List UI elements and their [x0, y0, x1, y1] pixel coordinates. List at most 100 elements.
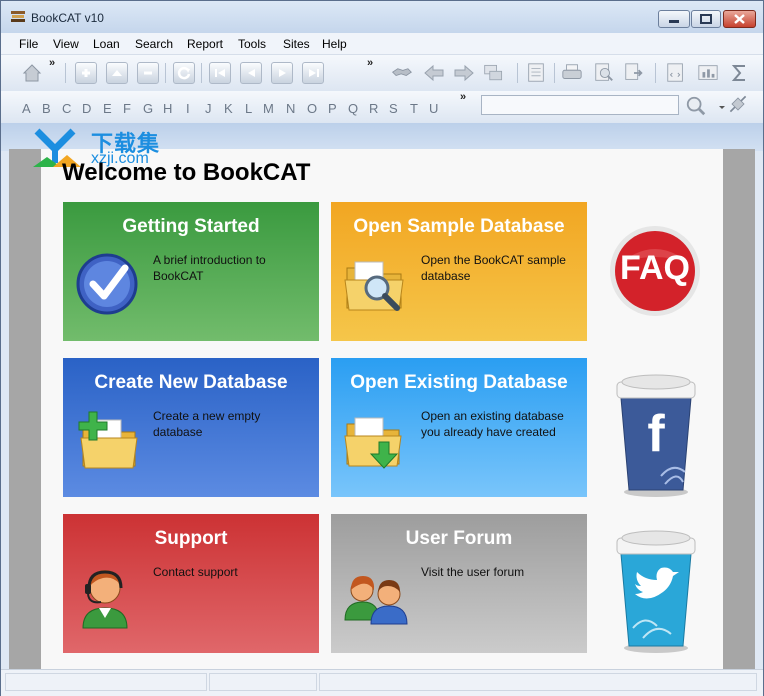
letter-b[interactable]: B — [42, 101, 51, 116]
toolbar-overflow-1[interactable]: » — [49, 57, 55, 69]
remove-button[interactable] — [137, 62, 159, 84]
search-input[interactable] — [481, 95, 679, 115]
user-forum-tile[interactable]: User Forum Visit the user forum — [331, 514, 587, 653]
letter-f[interactable]: F — [123, 101, 131, 116]
letter-q[interactable]: Q — [348, 101, 358, 116]
last-record-button[interactable] — [302, 62, 324, 84]
facebook-letter: f — [647, 405, 665, 463]
letter-d[interactable]: D — [82, 101, 91, 116]
window-title: BookCAT v10 — [31, 11, 104, 25]
connect-icon[interactable] — [727, 93, 749, 115]
support-tile[interactable]: Support Contact support — [63, 514, 319, 653]
letter-o[interactable]: O — [307, 101, 317, 116]
chart-icon[interactable] — [697, 62, 719, 84]
menu-view[interactable]: View — [53, 37, 79, 51]
faq-label: FAQ — [620, 249, 690, 287]
status-cell-3 — [319, 673, 757, 691]
html-icon[interactable] — [665, 62, 687, 84]
alphabet-overflow[interactable]: » — [460, 91, 466, 103]
next-record-button[interactable] — [271, 62, 293, 84]
create-new-database-tile[interactable]: Create New Database Create a new empty d… — [63, 358, 319, 497]
menu-file[interactable]: File — [19, 37, 38, 51]
first-record-button[interactable] — [209, 62, 231, 84]
search-icon[interactable] — [685, 95, 707, 117]
export-icon[interactable] — [623, 62, 645, 84]
back-icon[interactable] — [423, 62, 445, 84]
menu-sites[interactable]: Sites — [283, 37, 310, 51]
toolbar-overflow-2[interactable]: » — [367, 57, 373, 69]
letter-m[interactable]: M — [263, 101, 274, 116]
twitter-button[interactable] — [613, 528, 699, 654]
letter-g[interactable]: G — [143, 101, 153, 116]
tile-title: Open Sample Database — [353, 216, 565, 237]
folder-open-icon — [344, 417, 402, 469]
home-icon[interactable] — [21, 62, 43, 84]
minimize-button[interactable] — [658, 10, 690, 28]
letter-h[interactable]: H — [163, 101, 172, 116]
letter-u[interactable]: U — [429, 101, 438, 116]
menu-report[interactable]: Report — [187, 37, 223, 51]
separator — [554, 63, 555, 83]
maximize-button[interactable] — [691, 10, 721, 28]
faq-button[interactable]: FAQ — [609, 225, 701, 317]
add-button[interactable] — [75, 62, 97, 84]
title-bar[interactable]: BookCAT v10 — [1, 1, 763, 33]
tile-title: Getting Started — [122, 216, 260, 237]
menu-tools[interactable]: Tools — [238, 37, 266, 51]
menu-search[interactable]: Search — [135, 37, 173, 51]
menu-loan[interactable]: Loan — [93, 37, 120, 51]
tile-title: Open Existing Database — [350, 372, 568, 393]
tile-title: Create New Database — [94, 372, 288, 393]
preview-icon[interactable] — [593, 62, 615, 84]
tile-description: Visit the user forum — [421, 565, 525, 579]
facebook-button[interactable]: f — [613, 372, 699, 498]
previous-record-button[interactable] — [240, 62, 262, 84]
tile-title: User Forum — [405, 528, 513, 549]
separator — [201, 63, 202, 83]
letter-i[interactable]: I — [186, 101, 190, 116]
windows-icon[interactable] — [483, 62, 505, 84]
status-cell-1 — [5, 673, 207, 691]
status-bar — [1, 669, 763, 696]
forward-icon[interactable] — [453, 62, 475, 84]
prev-icon — [248, 69, 255, 77]
add-icon — [82, 69, 90, 77]
tile-description: Open the BookCAT sample database — [421, 253, 566, 283]
menu-help[interactable]: Help — [322, 37, 347, 51]
sum-icon[interactable] — [729, 62, 751, 84]
print-icon[interactable] — [561, 62, 583, 84]
letter-s[interactable]: S — [389, 101, 398, 116]
next-icon — [279, 69, 286, 77]
letter-j[interactable]: J — [205, 101, 212, 116]
separator — [655, 63, 656, 83]
letter-t[interactable]: T — [410, 101, 418, 116]
separator — [165, 63, 166, 83]
letter-r[interactable]: R — [369, 101, 378, 116]
tile-description: Open an existing database you already ha… — [421, 409, 564, 439]
app-window: BookCAT v10 File View Loan Search Report… — [0, 0, 764, 696]
folder-add-icon — [78, 411, 138, 469]
letter-p[interactable]: P — [328, 101, 337, 116]
letter-n[interactable]: N — [286, 101, 295, 116]
separator — [517, 63, 518, 83]
open-existing-database-tile[interactable]: Open Existing Database Open an existing … — [331, 358, 587, 497]
tile-description: A brief introduction to BookCAT — [153, 253, 266, 283]
letter-c[interactable]: C — [62, 101, 71, 116]
close-button[interactable] — [723, 10, 756, 28]
letter-e[interactable]: E — [103, 101, 112, 116]
separator — [65, 63, 66, 83]
report-icon[interactable] — [525, 62, 547, 84]
loan-icon[interactable] — [391, 62, 413, 84]
refresh-icon — [177, 66, 191, 80]
letter-k[interactable]: K — [224, 101, 233, 116]
open-sample-database-tile[interactable]: Open Sample Database Open the BookCAT sa… — [331, 202, 587, 341]
refresh-button[interactable] — [173, 62, 195, 84]
last-icon — [309, 69, 319, 77]
support-agent-icon — [82, 570, 128, 629]
move-up-button[interactable] — [106, 62, 128, 84]
page-title: Welcome to BookCAT — [62, 159, 311, 186]
letter-l[interactable]: L — [245, 101, 252, 116]
letter-a[interactable]: A — [22, 101, 31, 116]
getting-started-tile[interactable]: Getting Started A brief introduction to … — [63, 202, 319, 341]
first-icon — [215, 69, 225, 77]
